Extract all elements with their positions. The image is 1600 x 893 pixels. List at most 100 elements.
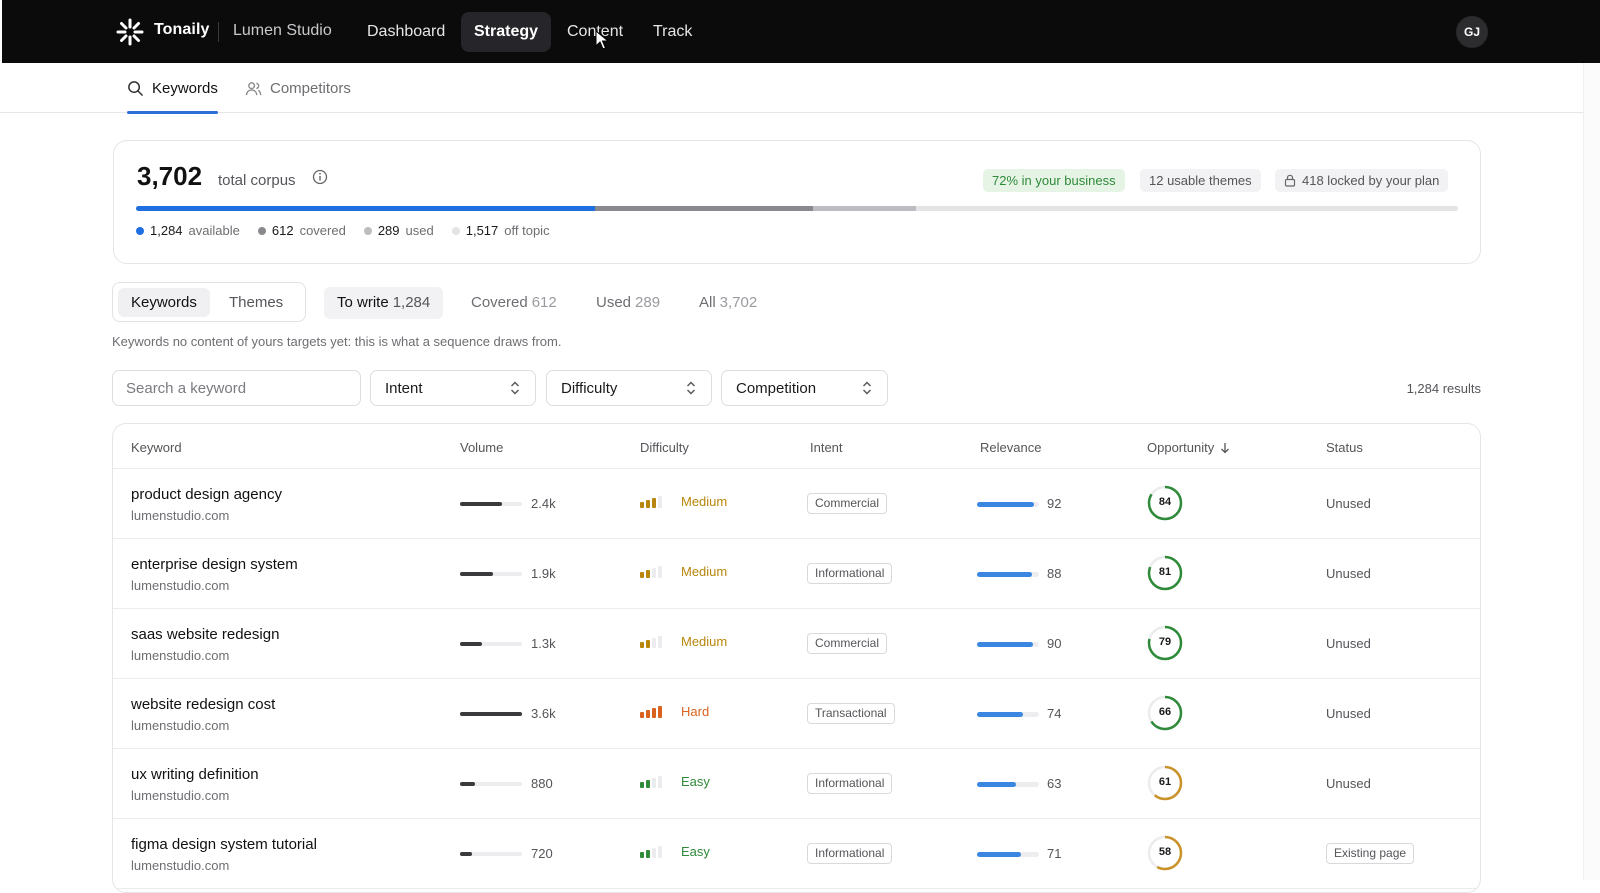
opportunity-score: 81 <box>1158 566 1172 578</box>
relevance-value: 71 <box>1047 846 1062 861</box>
status-badge: Unused <box>1326 776 1371 791</box>
table-row[interactable]: ux writing definition lumenstudio.com 880 E… <box>113 749 1480 819</box>
keyword-domain: lumenstudio.com <box>131 788 230 803</box>
tab-keywords[interactable]: Keywords <box>127 63 218 114</box>
nav-strategy[interactable]: Strategy <box>461 12 552 52</box>
intent-badge: Commercial <box>807 493 888 514</box>
volume-bar <box>460 502 522 506</box>
segment-keywords[interactable]: Keywords <box>118 288 210 317</box>
difficulty-label: Hard <box>681 704 710 719</box>
volume-value: 720 <box>531 846 553 861</box>
filter-used[interactable]: Used 289 <box>583 287 673 319</box>
locked-keywords-chip[interactable]: 418 locked by your plan <box>1275 169 1449 192</box>
intent-badge: Transactional <box>807 703 895 724</box>
nav-track[interactable]: Track <box>640 12 705 52</box>
filter-count: 1,284 <box>392 294 431 311</box>
difficulty-label: Medium <box>681 564 728 579</box>
relevance-value: 74 <box>1047 706 1062 721</box>
filter-all[interactable]: All 3,702 <box>686 287 770 319</box>
brand-logo-icon <box>116 18 144 46</box>
table-row[interactable]: enterprise design system lumenstudio.com 1… <box>113 539 1480 609</box>
status-badge: Unused <box>1326 706 1371 721</box>
intent-select[interactable]: Intent <box>370 370 536 406</box>
difficulty-bar <box>652 638 656 648</box>
difficulty-bar <box>646 780 650 788</box>
intent-badge: Informational <box>807 563 893 584</box>
filter-label: All <box>699 294 716 311</box>
keyword-text[interactable]: website redesign cost <box>131 696 275 713</box>
legend-value: 289 <box>377 223 400 238</box>
column-header-opportunity[interactable]: Opportunity <box>1147 440 1230 455</box>
difficulty-bar <box>652 708 656 718</box>
table-row[interactable]: product design agency lumenstudio.com 2.4k… <box>113 469 1480 539</box>
bar-segment-off-topic <box>916 206 1458 211</box>
column-header-opportunity-label: Opportunity <box>1147 440 1215 455</box>
filter-covered[interactable]: Covered 612 <box>458 287 570 319</box>
keyword-text[interactable]: figma design system tutorial <box>131 836 317 853</box>
keyword-domain: lumenstudio.com <box>131 508 230 523</box>
column-header-intent[interactable]: Intent <box>810 440 843 455</box>
table-row[interactable]: website redesign cost lumenstudio.com 3.6k… <box>113 679 1480 749</box>
difficulty-signal-icon <box>640 566 666 578</box>
view-segmented-control: Keywords Themes <box>112 282 306 322</box>
legend-used: 289 used <box>363 223 434 238</box>
tab-competitors-label: Competitors <box>270 79 351 97</box>
opportunity-score: 58 <box>1158 846 1172 858</box>
keyword-text[interactable]: ux writing definition <box>131 766 259 783</box>
difficulty-label: Medium <box>681 634 728 649</box>
intent-badge: Informational <box>807 773 893 794</box>
keyword-text[interactable]: enterprise design system <box>131 556 298 573</box>
top-navigation-bar: Tonaily Lumen Studio Dashboard Strategy … <box>2 0 1600 63</box>
intent-select-label: Intent <box>385 379 423 397</box>
difficulty-bar <box>646 850 650 858</box>
difficulty-bar <box>646 570 650 578</box>
workspace-switcher[interactable]: Lumen Studio <box>233 22 332 40</box>
scrollbar-track[interactable] <box>1583 63 1600 880</box>
keyword-search-input[interactable] <box>112 370 361 406</box>
user-avatar[interactable]: GJ <box>1456 16 1488 48</box>
status-badge: Unused <box>1326 496 1371 511</box>
difficulty-bar <box>658 636 662 648</box>
lock-icon <box>1284 174 1296 187</box>
volume-bar-fill <box>460 572 493 576</box>
relevance-bar-fill <box>977 502 1035 507</box>
keyword-text[interactable]: product design agency <box>131 486 282 503</box>
filter-count: 612 <box>531 294 557 311</box>
column-header-keyword[interactable]: Keyword <box>131 440 182 455</box>
table-row[interactable]: figma design system tutorial lumenstudio.… <box>113 819 1480 889</box>
relevance-bar-fill <box>977 572 1032 577</box>
corpus-total: 3,702 <box>137 161 203 191</box>
relevance-bar-fill <box>977 712 1023 717</box>
relevance-value: 90 <box>1047 636 1062 651</box>
filter-to-write[interactable]: To write 1,284 <box>324 287 444 319</box>
bar-segment-available <box>136 206 595 211</box>
status-badge: Existing page <box>1326 843 1415 864</box>
competition-select[interactable]: Competition <box>721 370 888 406</box>
brand-name[interactable]: Tonaily <box>154 21 210 39</box>
legend-label: covered <box>299 223 346 238</box>
column-header-relevance[interactable]: Relevance <box>980 440 1041 455</box>
legend-dot <box>136 226 144 235</box>
segment-themes[interactable]: Themes <box>216 288 296 317</box>
difficulty-select[interactable]: Difficulty <box>546 370 712 406</box>
legend-value: 612 <box>271 223 294 238</box>
info-icon[interactable] <box>312 169 328 185</box>
relevance-bar-fill <box>977 782 1017 787</box>
table-row[interactable]: saas website redesign lumenstudio.com 1.3k… <box>113 609 1480 679</box>
bar-segment-used <box>813 206 917 211</box>
nav-dashboard[interactable]: Dashboard <box>354 12 458 52</box>
column-header-status[interactable]: Status <box>1326 440 1363 455</box>
column-header-difficulty[interactable]: Difficulty <box>640 440 689 455</box>
volume-bar <box>460 642 522 646</box>
difficulty-bar <box>640 502 644 508</box>
tab-competitors[interactable]: Competitors <box>245 63 351 113</box>
keyword-text[interactable]: saas website redesign <box>131 626 279 643</box>
difficulty-bar <box>640 572 644 578</box>
volume-bar-fill <box>460 712 522 716</box>
topbar-divider <box>218 22 219 42</box>
relevance-bar <box>977 852 1039 857</box>
keyword-domain: lumenstudio.com <box>131 858 230 873</box>
filter-label: Covered <box>471 294 528 311</box>
corpus-summary-card: 3,702 total corpus 72% in your business … <box>113 140 1481 264</box>
column-header-volume[interactable]: Volume <box>460 440 503 455</box>
